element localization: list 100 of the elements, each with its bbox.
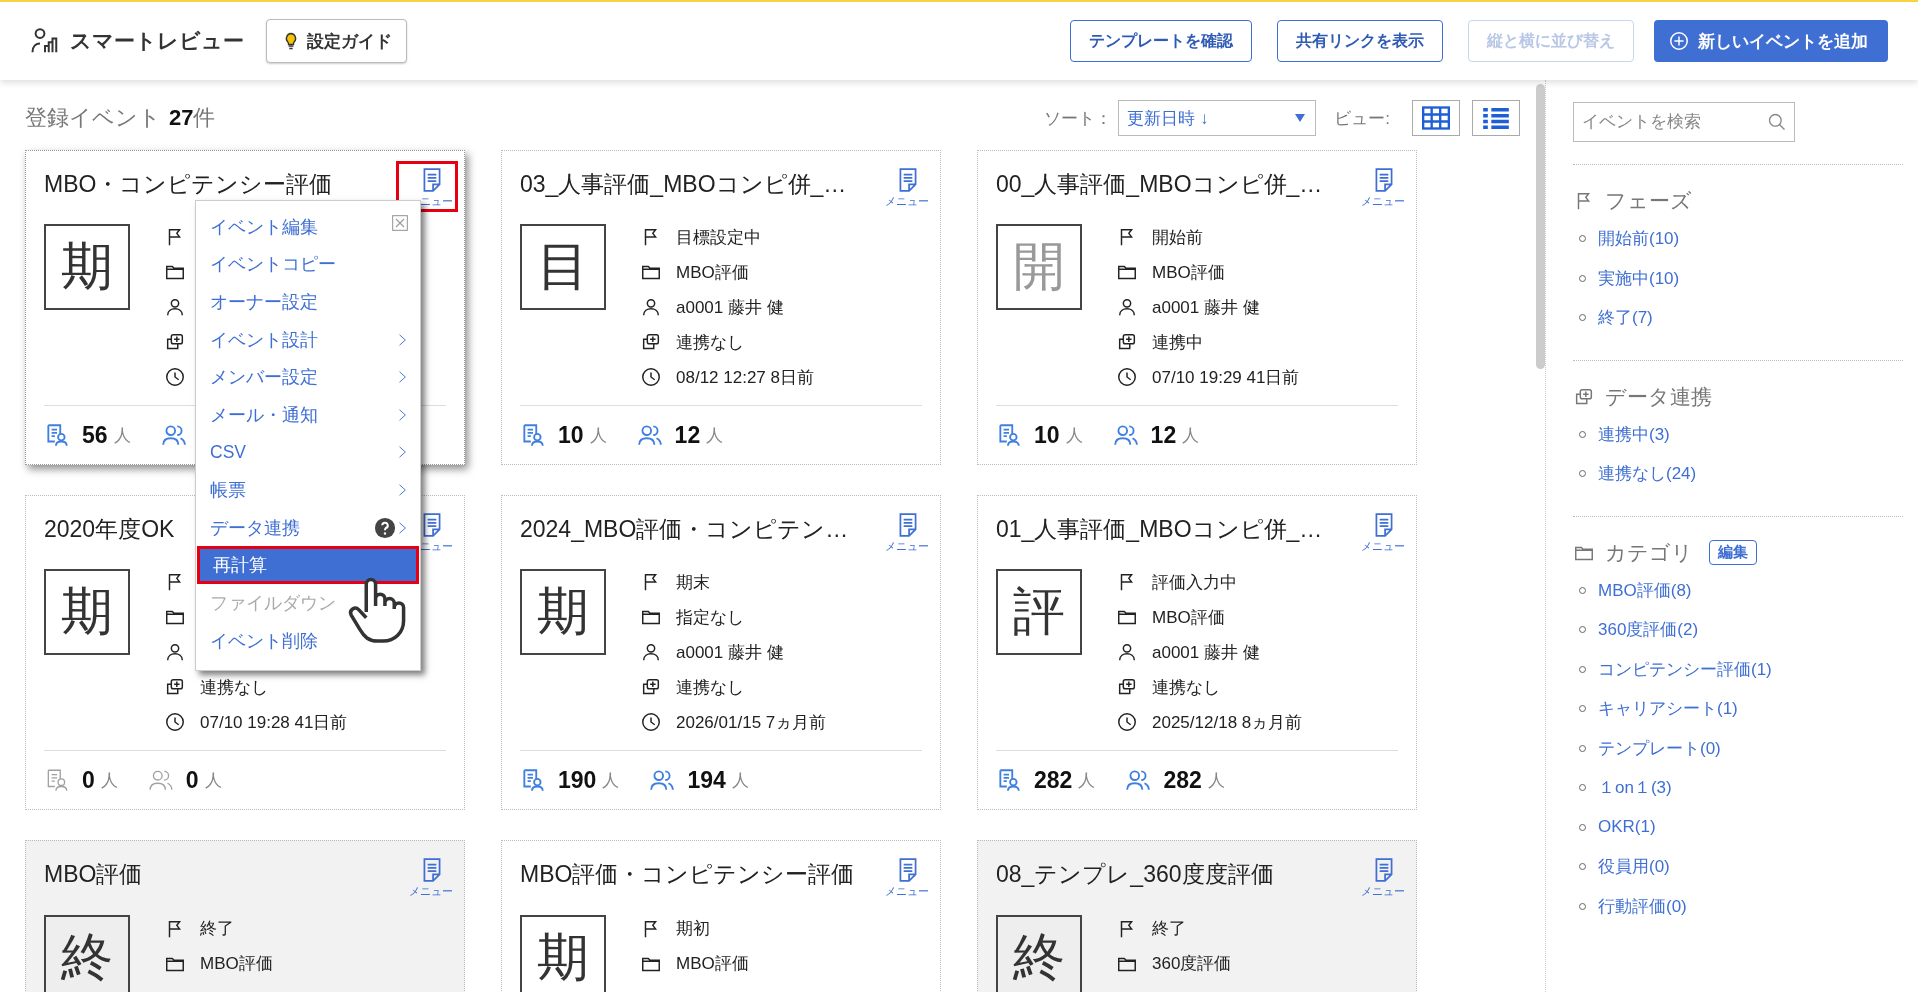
filter-link[interactable]: 実施中(10): [1598, 266, 1680, 290]
link-status: 連携中: [1152, 331, 1203, 354]
link-status: 連携なし: [1152, 676, 1220, 699]
clock-icon: [164, 366, 186, 389]
setup-guide-button[interactable]: 設定ガイド: [266, 19, 407, 63]
count-unit: 人: [731, 769, 749, 792]
event-card[interactable]: MBO評価・コンピテンシー評価 メニュー 期 期初 MBO評価: [501, 840, 941, 992]
event-card[interactable]: MBO評価 メニュー 終 終了 MBO評価: [25, 840, 465, 992]
link-status: 連携なし: [200, 676, 268, 699]
card-title: 2024_MBO評価・コンピテン…: [520, 515, 849, 544]
menu-button[interactable]: メニュー: [1348, 506, 1410, 557]
link-status: 連携なし: [676, 676, 744, 699]
count-unit: 人: [113, 424, 131, 447]
event-count: 27: [169, 105, 194, 131]
section-title: カテゴリ: [1605, 539, 1693, 566]
phase-text: 終了: [200, 918, 234, 940]
count-unit: 人: [100, 769, 118, 792]
filter-link[interactable]: 行動評価(0): [1598, 894, 1687, 918]
menu-button[interactable]: メニュー: [872, 851, 934, 902]
event-count-label: 登録イベント: [25, 104, 161, 132]
count-unit: 人: [1065, 424, 1083, 447]
dropdown-triangle-icon: [1293, 112, 1308, 124]
menu-item[interactable]: メール・通知: [196, 395, 420, 434]
card-title: 08_テンプレ_360度度評価: [996, 860, 1274, 889]
search-field[interactable]: イベントを検索: [1573, 102, 1795, 142]
sort-dropdown[interactable]: 更新日時 ↓: [1118, 100, 1317, 136]
section-title: データ連携: [1605, 383, 1712, 410]
add-event-button[interactable]: 新しいイベントを追加: [1654, 20, 1888, 62]
menu-item[interactable]: 帳票: [196, 471, 420, 509]
owner-text: a0001 藤井 健: [1152, 641, 1260, 664]
count-unit: 人: [1182, 424, 1200, 447]
link-status: 連携なし: [676, 331, 744, 354]
search-icon: [1767, 112, 1787, 132]
phase-badge: 期: [520, 915, 606, 992]
count-unit: 人: [602, 769, 620, 792]
count-value: 0: [185, 766, 199, 794]
card-title: MBO評価: [44, 860, 143, 889]
filter-link[interactable]: 360度評価(2): [1598, 618, 1699, 642]
event-card[interactable]: 2024_MBO評価・コンピテン… メニュー 期 期末 指定なし a0001 藤井 健 連携なし 2026/01/15 7ヵ月前 190 人 194 人: [501, 495, 941, 810]
card-title: 00_人事評価_MBOコンピ併_…: [996, 170, 1323, 199]
menu-item[interactable]: CSV: [196, 433, 420, 472]
updated-time: 07/10 19:28 41日前: [200, 711, 348, 734]
phase-text: 目標設定中: [676, 226, 761, 249]
edit-button[interactable]: 編集: [1709, 540, 1757, 565]
filter-link[interactable]: 終了(7): [1598, 306, 1653, 330]
grid-view-button[interactable]: [1412, 100, 1460, 136]
event-card[interactable]: 00_人事評価_MBOコンピ併_… メニュー 開 開始前 MBO評価 a0001 藤井 健 連携中 07/10 19:29 41日前 10 人 12 人: [977, 150, 1417, 465]
count-value: 282: [1163, 766, 1202, 794]
owner-text: a0001 藤井 健: [1152, 296, 1260, 319]
list-view-button[interactable]: [1472, 100, 1520, 136]
card-title: 2020年度OK: [44, 515, 175, 544]
filter-link[interactable]: 連携中(3): [1598, 422, 1670, 446]
menu-button[interactable]: メニュー: [872, 506, 934, 557]
plus-circle-icon: [1668, 30, 1690, 52]
menu-item[interactable]: イベントコピー: [196, 245, 420, 284]
event-card[interactable]: 08_テンプレ_360度度評価 メニュー 終 終了 360度評価: [977, 840, 1417, 992]
count-value: 190: [558, 766, 597, 794]
updated-time: 2026/01/15 7ヵ月前: [676, 711, 827, 734]
filter-link[interactable]: １on１(3): [1598, 776, 1672, 800]
updated-time: 07/10 19:29 41日前: [1152, 366, 1300, 389]
filter-link[interactable]: 役員用(0): [1598, 855, 1670, 879]
menu-button[interactable]: メニュー: [1348, 851, 1410, 902]
filter-link[interactable]: MBO評価(8): [1598, 578, 1692, 602]
phase-badge: 期: [44, 223, 130, 310]
filter-link[interactable]: コンピテンシー評価(1): [1598, 657, 1772, 681]
menu-item[interactable]: イベント設計: [196, 320, 420, 359]
filter-link[interactable]: OKR(1): [1598, 817, 1656, 838]
event-card[interactable]: 03_人事評価_MBOコンピ併_… メニュー 目 目標設定中 MBO評価 a0001 藤井 健 連携なし 08/12 12:27 8日前 10 人 12 人: [501, 150, 941, 465]
scrollbar-thumb[interactable]: [1536, 84, 1545, 369]
toolbar-button[interactable]: テンプレートを確認: [1070, 20, 1252, 62]
phase-text: 終了: [1152, 918, 1186, 940]
toolbar-button[interactable]: 共有リンクを表示: [1277, 20, 1443, 62]
filter-link[interactable]: テンプレート(0): [1598, 736, 1721, 760]
menu-item[interactable]: 再計算: [199, 548, 417, 583]
menu-button[interactable]: メニュー: [396, 851, 458, 902]
view-label: ビュー:: [1334, 107, 1390, 130]
phase-text: 期初: [676, 918, 710, 940]
owner-text: a0001 藤井 健: [676, 641, 784, 664]
filter-link[interactable]: キャリアシート(1): [1598, 697, 1738, 721]
owner-text: a0001 藤井 健: [676, 296, 784, 319]
category-text: MBO評価: [676, 261, 749, 284]
count-value: 12: [674, 421, 701, 449]
menu-item[interactable]: メンバー設定: [196, 358, 420, 396]
filter-link[interactable]: 連携なし(24): [1598, 462, 1697, 486]
category-text: MBO評価: [1152, 261, 1225, 284]
event-card[interactable]: 01_人事評価_MBOコンピ併_… メニュー 評 評価入力中 MBO評価 a0001 藤井 健 連携なし 2025/12/18 8ヵ月前 282 人 282 人: [977, 495, 1417, 810]
clock-icon: [1116, 366, 1138, 389]
count-value: 10: [1034, 421, 1060, 449]
count-value: 194: [687, 766, 726, 794]
count-value: 10: [558, 421, 584, 449]
phase-text: 開始前: [1152, 226, 1203, 249]
menu-button[interactable]: メニュー: [1348, 161, 1410, 212]
menu-item[interactable]: オーナー設定: [196, 283, 420, 321]
menu-item[interactable]: イベント削除: [196, 621, 420, 660]
count-value: 56: [82, 421, 108, 449]
menu-button[interactable]: メニュー: [872, 161, 934, 212]
sort-label: ソート：: [1044, 107, 1113, 130]
count-unit: 人: [1207, 769, 1225, 792]
count-value: 282: [1034, 766, 1073, 794]
filter-link[interactable]: 開始前(10): [1598, 227, 1680, 251]
